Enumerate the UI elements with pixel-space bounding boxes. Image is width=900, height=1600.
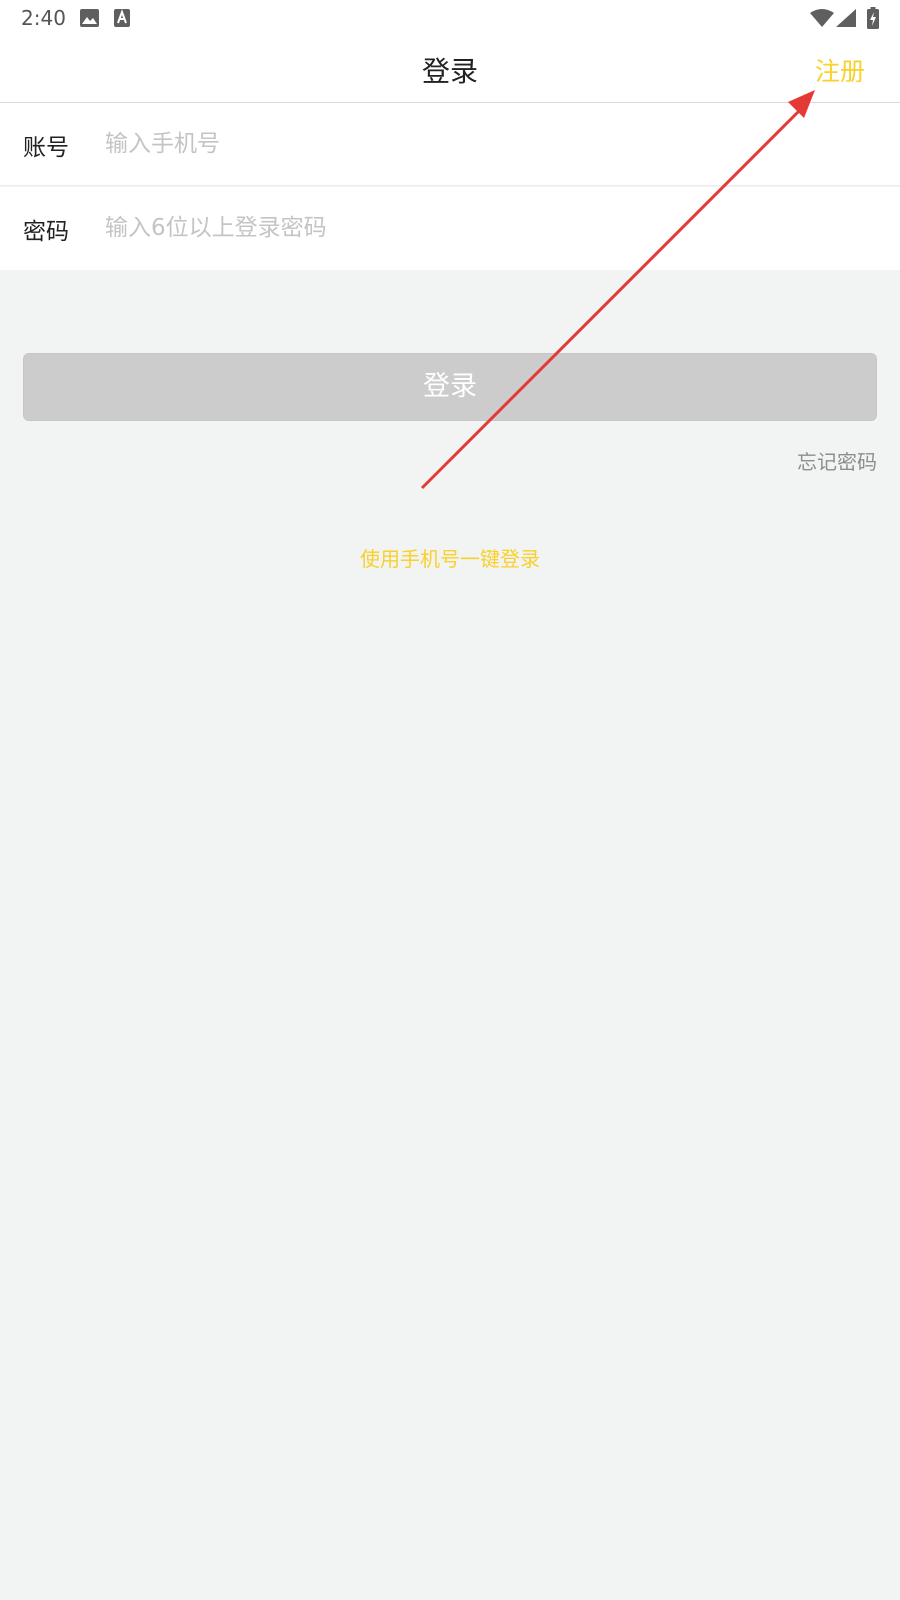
- register-button[interactable]: 注册: [815, 52, 865, 88]
- battery-charging-icon: [867, 7, 879, 29]
- account-input[interactable]: [105, 121, 865, 167]
- account-label: 账号: [23, 135, 69, 161]
- keyboard-a-icon: [114, 9, 130, 27]
- status-time: 2:40: [21, 6, 66, 30]
- status-bar: 2:40: [0, 0, 900, 36]
- account-row: 账号: [0, 103, 900, 186]
- password-label: 密码: [23, 219, 69, 245]
- login-screen: 2:40 登录 注册 账号 密码: [0, 0, 900, 1600]
- page-title: 登录: [421, 55, 478, 88]
- signal-icon: [836, 9, 856, 27]
- wifi-icon: [810, 9, 834, 27]
- login-button[interactable]: 登录: [23, 353, 877, 421]
- image-icon: [80, 9, 99, 27]
- nav-bar: 登录 注册: [0, 36, 900, 103]
- password-row: 密码: [0, 187, 900, 270]
- forgot-password-link[interactable]: 忘记密码: [797, 446, 877, 475]
- one-key-login-link[interactable]: 使用手机号一键登录: [0, 543, 900, 572]
- password-input[interactable]: [105, 205, 865, 251]
